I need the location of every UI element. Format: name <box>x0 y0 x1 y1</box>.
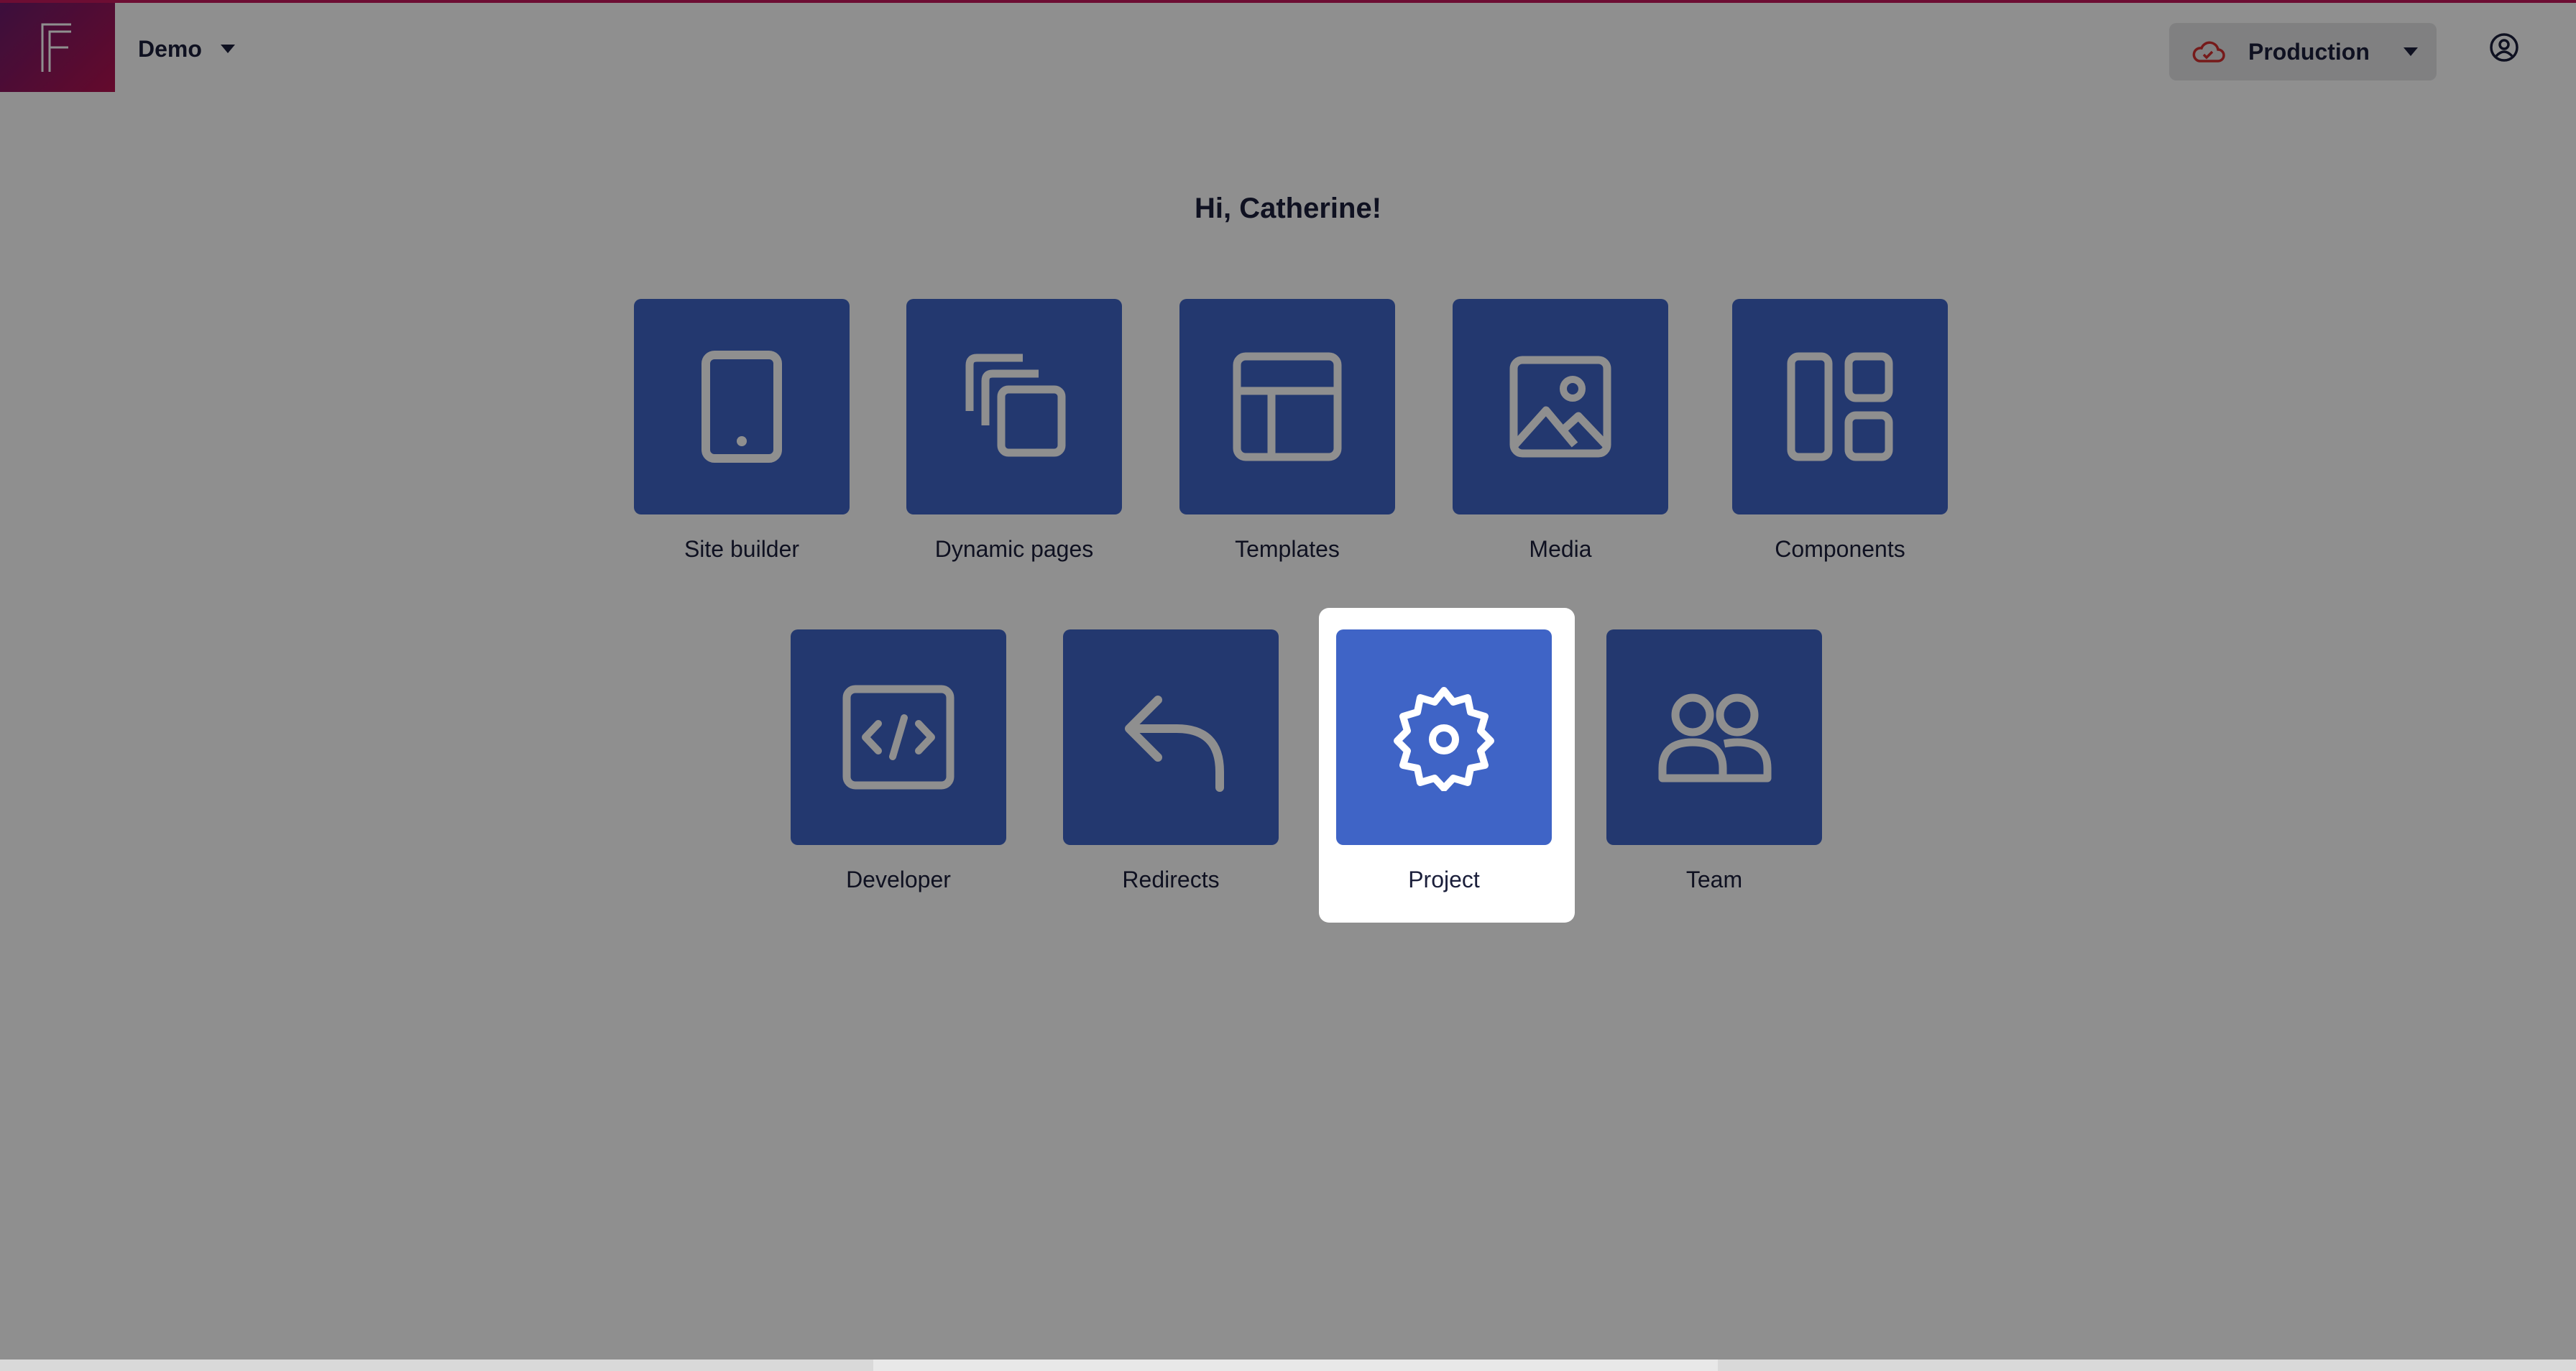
tile-label: Developer <box>846 867 951 892</box>
environment-selector[interactable]: Production <box>2169 23 2437 80</box>
tile-project-highlighted[interactable]: Project <box>1336 629 1552 924</box>
tile-team[interactable]: Team <box>1606 629 1822 924</box>
project-selector[interactable]: Demo <box>138 34 235 63</box>
environment-label: Production <box>2248 38 2370 65</box>
tile-redirects[interactable]: Redirects <box>1063 629 1279 924</box>
tile-media[interactable]: Media <box>1453 299 1668 594</box>
app-logo[interactable] <box>0 3 115 92</box>
tile-templates[interactable]: Templates <box>1179 299 1395 594</box>
tile-icon-box <box>791 629 1006 845</box>
tile-label: Team <box>1685 867 1743 892</box>
tile-icon-box <box>1732 299 1948 514</box>
tile-dynamic-pages[interactable]: Dynamic pages <box>906 299 1122 594</box>
image-icon <box>1509 356 1611 458</box>
layout-template-icon <box>1233 352 1342 461</box>
chevron-down-icon <box>2404 47 2418 56</box>
tile-label: Media <box>1529 536 1592 562</box>
tile-icon-box <box>1453 299 1668 514</box>
tile-label: Site builder <box>684 536 800 562</box>
tile-label: Dynamic pages <box>934 536 1094 562</box>
tile-icon-box <box>634 299 850 514</box>
tablet-icon <box>702 351 782 463</box>
tile-icon-box <box>1179 299 1395 514</box>
project-name: Demo <box>138 35 202 62</box>
gear-icon <box>1394 687 1494 791</box>
tile-label: Project <box>1408 867 1480 892</box>
tile-developer[interactable]: Developer <box>791 629 1006 924</box>
tile-label: Redirects <box>1122 867 1220 892</box>
components-grid-icon <box>1787 352 1893 461</box>
team-icon <box>1658 693 1772 783</box>
tile-icon-box <box>1606 629 1822 845</box>
user-account-button[interactable] <box>2488 32 2520 67</box>
stacked-pages-icon <box>965 354 1066 457</box>
tile-icon-box <box>1336 629 1552 845</box>
tile-site-builder[interactable]: Site builder <box>634 299 850 594</box>
redirect-arrow-icon <box>1125 696 1224 792</box>
tile-label: Components <box>1775 536 1905 562</box>
tile-label: Templates <box>1235 536 1340 562</box>
greeting-heading: Hi, Catherine! <box>1194 193 1382 224</box>
logo-f-icon <box>41 23 71 72</box>
user-avatar-icon <box>2490 33 2518 62</box>
code-icon <box>842 685 954 790</box>
top-bar: Demo Production <box>0 0 2576 92</box>
tile-icon-box <box>1063 629 1279 845</box>
chevron-down-icon <box>220 45 235 53</box>
tile-components[interactable]: Components <box>1732 299 1948 594</box>
bottom-strip <box>0 1360 2576 1371</box>
cloud-status-icon <box>2192 41 2225 63</box>
tile-icon-box <box>906 299 1122 514</box>
